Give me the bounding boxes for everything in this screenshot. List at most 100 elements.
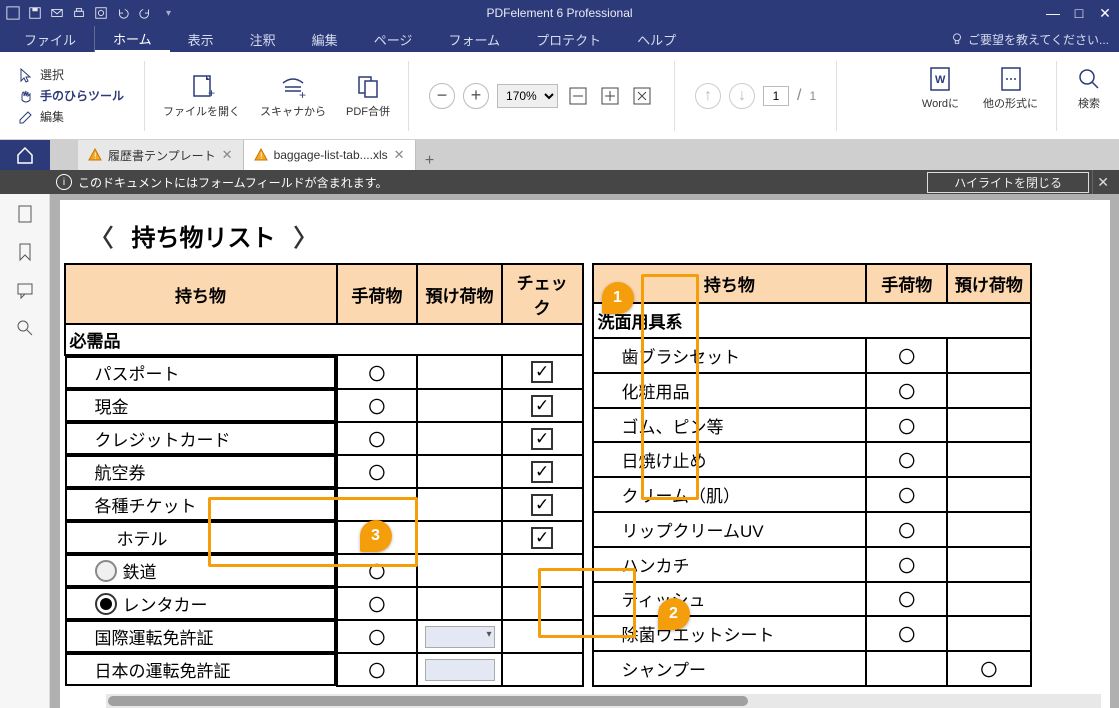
carry-cell: 〇 — [866, 338, 947, 373]
carry-cell: 〇 — [337, 620, 418, 653]
prev-arrow[interactable]: 〈 — [86, 218, 118, 253]
menu-protect[interactable]: プロテクト — [518, 26, 619, 52]
menu-form[interactable]: フォーム — [430, 26, 518, 52]
th-item: 持ち物 — [65, 264, 337, 324]
tool-edit-label: 編集 — [40, 108, 64, 125]
table-row: ホテル〇✓ — [65, 521, 583, 554]
menu-file[interactable]: ファイル — [6, 26, 95, 52]
save-icon[interactable] — [28, 6, 42, 20]
checkbox[interactable]: ✓ — [531, 361, 553, 383]
quick-icon[interactable] — [94, 6, 108, 20]
carry-cell: 〇 — [337, 455, 418, 488]
add-tab-button[interactable]: + — [416, 152, 444, 170]
table-row: ゴム、ピン等〇 — [593, 408, 1031, 443]
minimize-button[interactable]: — — [1043, 5, 1063, 22]
radio-button[interactable] — [95, 593, 117, 615]
maximize-button[interactable]: □ — [1069, 5, 1089, 22]
item-label: ホテル — [117, 525, 168, 550]
comments-icon[interactable] — [15, 280, 35, 300]
menu-help[interactable]: ヘルプ — [619, 26, 694, 52]
svg-text:!: ! — [260, 151, 263, 161]
warning-icon: ! — [88, 148, 102, 162]
table-row: 各種チケット✓ — [65, 488, 583, 521]
open-file-button[interactable]: +ファイルを開く — [157, 69, 246, 123]
item-label: 日焼け止め — [593, 442, 867, 477]
tool-hand[interactable]: 手のひらツール — [18, 87, 124, 104]
radio-button[interactable] — [95, 560, 117, 582]
info-icon: i — [56, 174, 72, 190]
tool-select[interactable]: 選択 — [18, 66, 124, 83]
search-label: 検索 — [1078, 95, 1100, 111]
qat-dropdown-icon[interactable]: ▾ — [160, 8, 171, 19]
doc-tab-1-label: 履歴書テンプレート — [108, 147, 216, 164]
checkin-cell: 〇 — [947, 651, 1030, 686]
tab-close-2[interactable]: ✕ — [394, 147, 405, 163]
mail-icon[interactable] — [50, 6, 64, 20]
text-field[interactable] — [425, 659, 495, 681]
actual-size-button[interactable] — [630, 84, 654, 108]
checkin-cell — [947, 338, 1030, 373]
to-other-button[interactable]: 他の形式に — [977, 61, 1044, 131]
check-cell — [502, 554, 583, 587]
checkbox[interactable]: ✓ — [531, 461, 553, 483]
checkbox[interactable]: ✓ — [531, 395, 553, 417]
zoom-out-button[interactable]: − — [429, 83, 455, 109]
combo-field[interactable] — [425, 626, 495, 648]
fit-width-button[interactable] — [566, 84, 590, 108]
item-label: 化粧用品 — [593, 373, 867, 408]
undo-icon[interactable] — [116, 6, 130, 20]
doc-title-text: 持ち物リスト — [132, 218, 276, 253]
to-other-label: 他の形式に — [983, 95, 1038, 111]
thumbnails-icon[interactable] — [15, 204, 35, 224]
info-message: このドキュメントにはフォームフィールドが含まれます。 — [78, 174, 387, 191]
next-arrow[interactable]: 〉 — [290, 218, 322, 253]
item-label: 現金 — [95, 393, 129, 418]
search-panel-icon[interactable] — [15, 318, 35, 338]
close-button[interactable]: ✕ — [1095, 5, 1115, 22]
next-page-button[interactable]: ↓ — [729, 83, 755, 109]
menu-edit[interactable]: 編集 — [294, 26, 356, 52]
home-panel-button[interactable] — [0, 140, 50, 170]
th-checkin-2: 預け荷物 — [947, 264, 1030, 303]
tool-edit[interactable]: 編集 — [18, 108, 124, 125]
document-viewport[interactable]: 〈 持ち物リスト 〉 持ち物 手荷物 預け荷物 チェック 必需品 パスポート〇✓… — [50, 194, 1119, 708]
callout-1: 1 — [602, 282, 634, 314]
zoom-in-button[interactable]: + — [463, 83, 489, 109]
table-row: レンタカー〇 — [65, 587, 583, 620]
bookmarks-icon[interactable] — [15, 242, 35, 262]
menu-comment[interactable]: 注釈 — [232, 26, 294, 52]
checkbox[interactable]: ✓ — [531, 527, 553, 549]
scan-button[interactable]: +スキャナから — [254, 69, 332, 123]
close-highlight-button[interactable]: ハイライトを閉じる — [927, 172, 1089, 193]
menu-page[interactable]: ページ — [356, 26, 431, 52]
checkin-cell — [947, 477, 1030, 512]
tell-me-text: ご要望を教えてください... — [968, 31, 1109, 48]
doc-tab-1[interactable]: ! 履歴書テンプレート ✕ — [78, 140, 244, 170]
prev-page-button[interactable]: ↑ — [695, 83, 721, 109]
checkin-cell — [417, 554, 502, 587]
checkin-cell — [417, 455, 502, 488]
tell-me[interactable]: ご要望を教えてください... — [950, 31, 1109, 48]
redo-icon[interactable] — [138, 6, 152, 20]
zoom-select[interactable]: 170% — [497, 84, 558, 108]
infobar-close[interactable]: ✕ — [1092, 170, 1113, 194]
carry-cell: 〇 — [337, 587, 418, 620]
horizontal-scrollbar[interactable] — [106, 694, 1101, 708]
menu-home[interactable]: ホーム — [95, 26, 170, 52]
checkbox[interactable]: ✓ — [531, 494, 553, 516]
item-label: ハンカチ — [593, 547, 867, 582]
checkbox[interactable]: ✓ — [531, 428, 553, 450]
tab-close-1[interactable]: ✕ — [222, 147, 233, 163]
fit-page-button[interactable] — [598, 84, 622, 108]
menu-view[interactable]: 表示 — [170, 26, 232, 52]
bulb-icon — [950, 32, 964, 46]
category-toiletries: 洗面用具系 — [593, 303, 1031, 338]
merge-button[interactable]: PDF合併 — [340, 69, 396, 123]
table-row: リップクリームUV〇 — [593, 512, 1031, 547]
search-button[interactable]: 検索 — [1069, 61, 1109, 131]
page-input[interactable] — [763, 86, 789, 106]
doc-tab-2[interactable]: ! baggage-list-tab....xls ✕ — [244, 140, 416, 170]
titlebar: ▾ PDFelement 6 Professional — □ ✕ — [0, 0, 1119, 26]
to-word-button[interactable]: WWordに — [916, 61, 965, 131]
print-icon[interactable] — [72, 6, 86, 20]
